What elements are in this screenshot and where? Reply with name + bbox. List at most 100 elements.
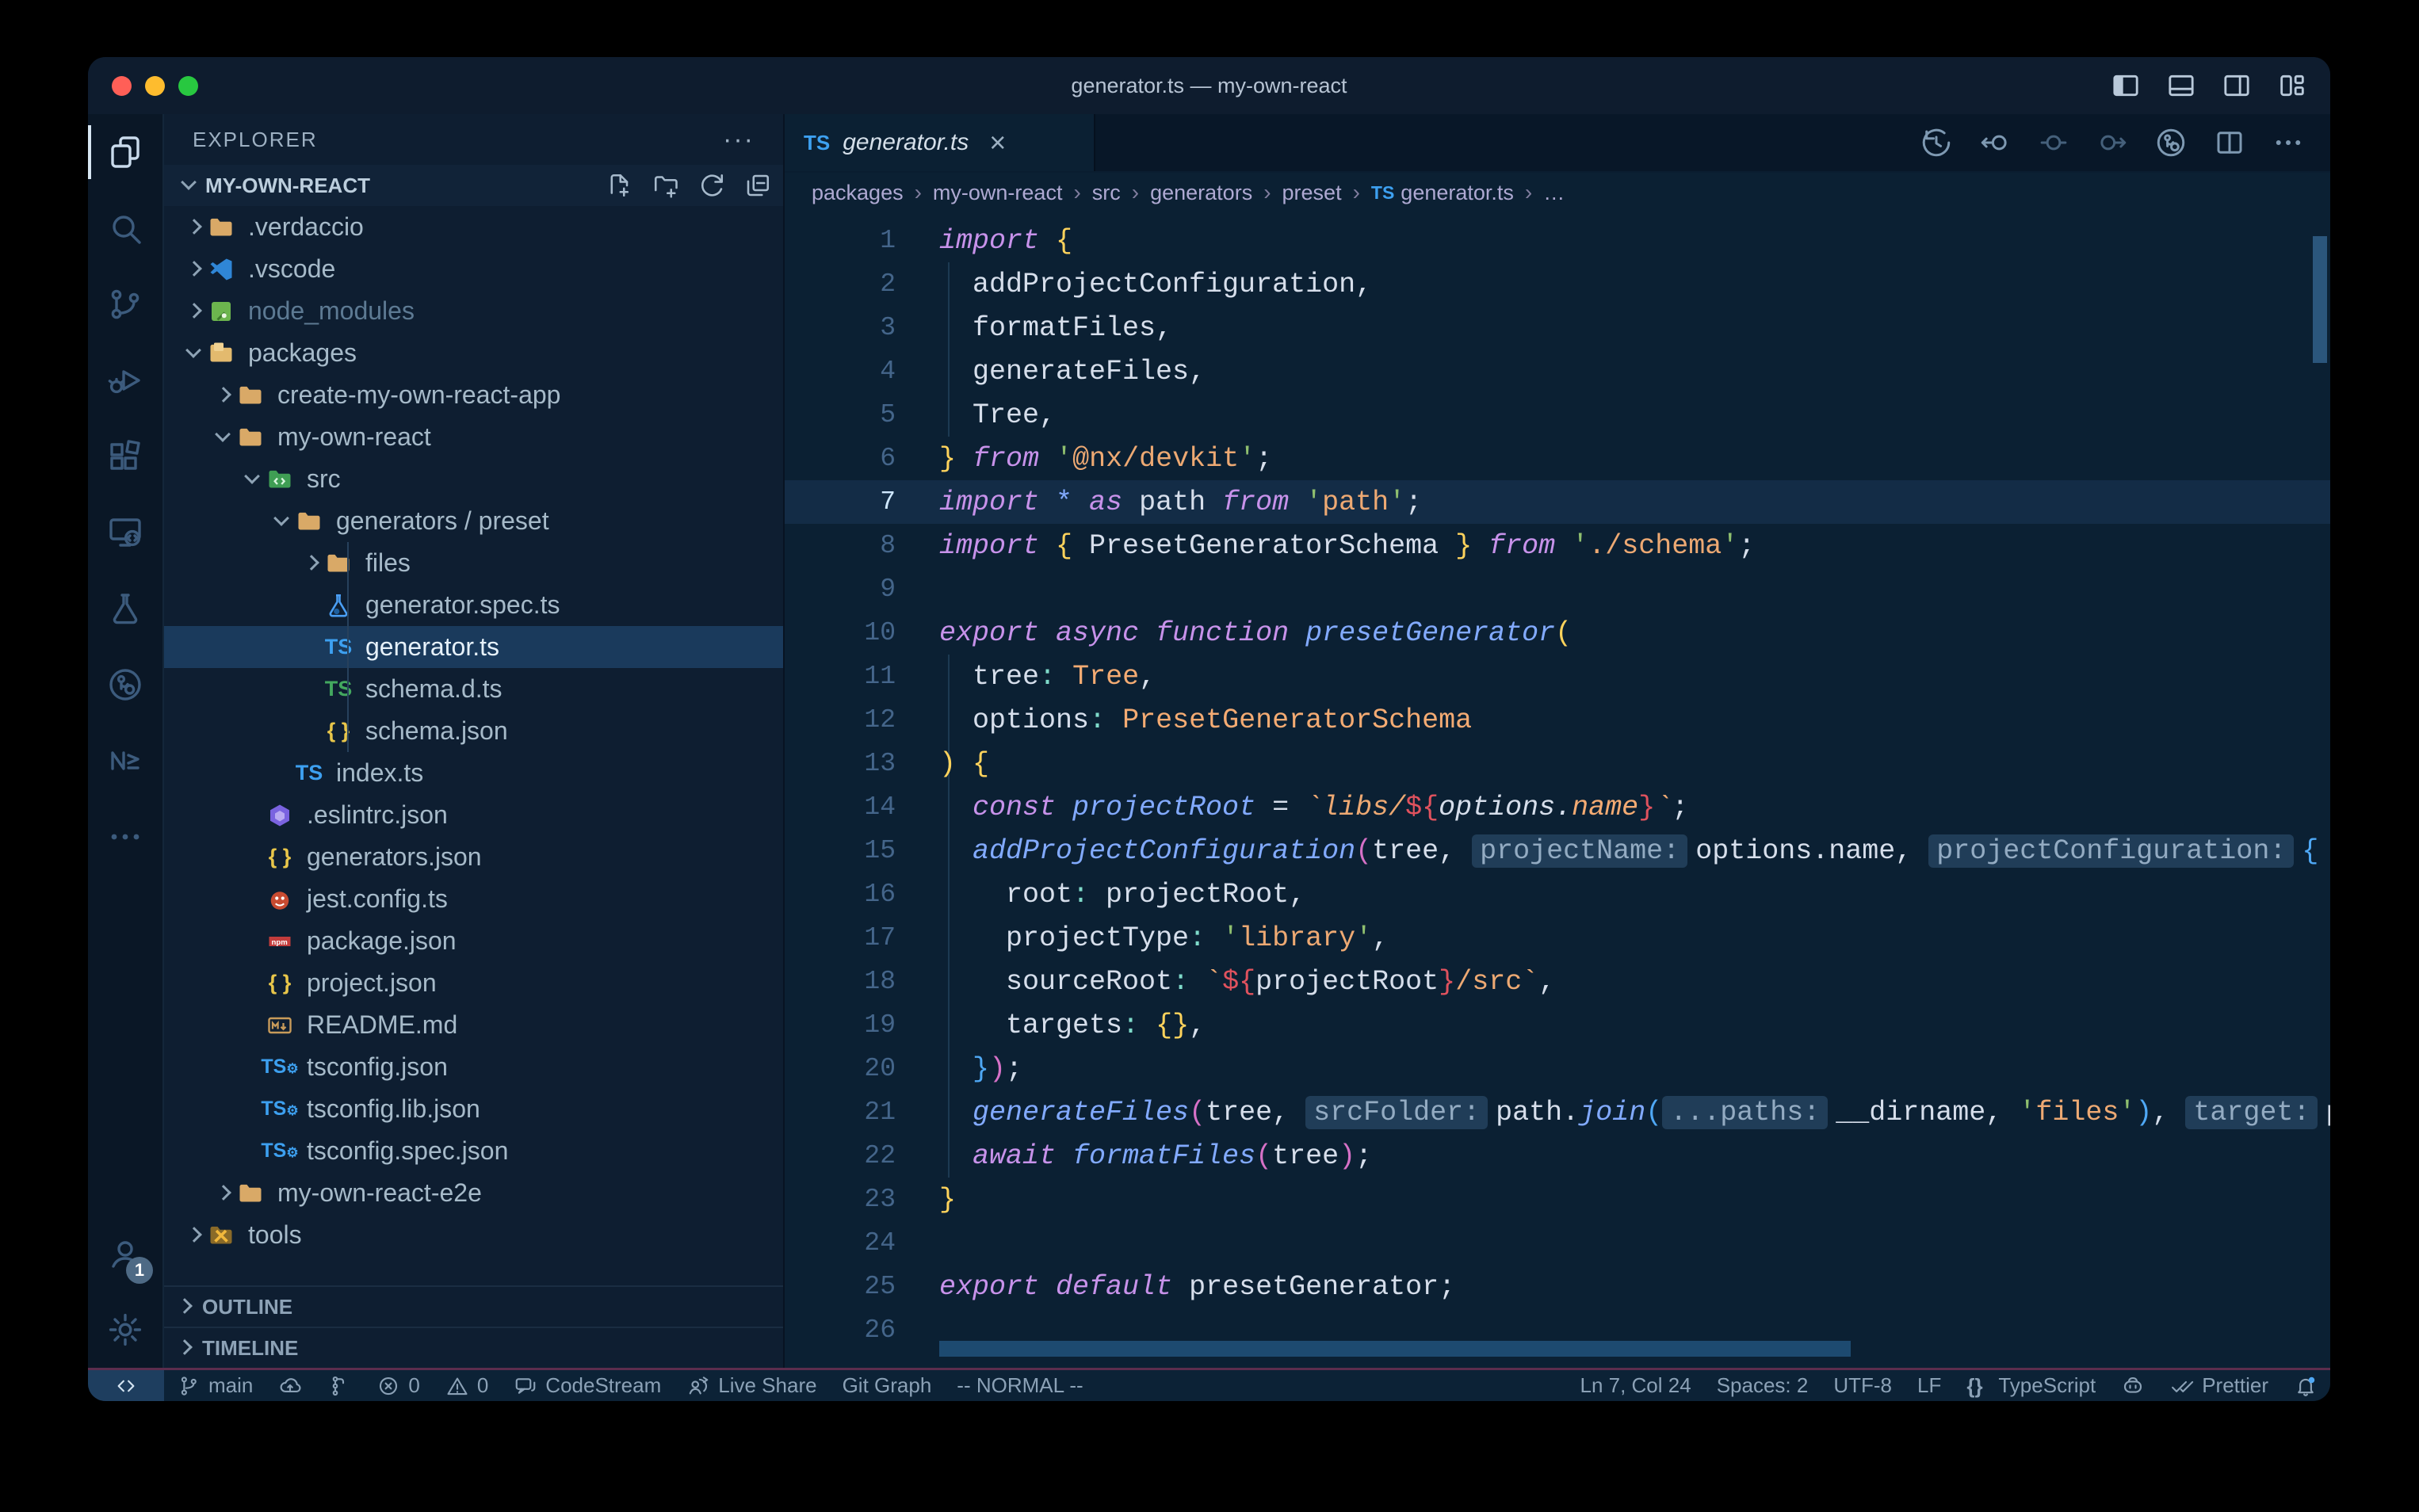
code-line-12[interactable]: 12 options: PresetGeneratorSchema bbox=[785, 698, 2330, 742]
breadcrumb-item[interactable]: … bbox=[1543, 181, 1565, 205]
line-number[interactable]: 16 bbox=[785, 880, 896, 909]
zoom-window-button[interactable] bbox=[178, 76, 198, 96]
activity-item-testing[interactable] bbox=[88, 571, 162, 647]
tree-item-generator-spec-ts[interactable]: generator.spec.ts bbox=[164, 584, 783, 626]
source-control-graph-button[interactable] bbox=[2154, 126, 2188, 159]
code-line-16[interactable]: 16 root: projectRoot, bbox=[785, 872, 2330, 916]
tree-item--eslintrc-json[interactable]: .eslintrc.json bbox=[164, 794, 783, 836]
tree-item-schema-json[interactable]: { }schema.json bbox=[164, 710, 783, 752]
code-line-4[interactable]: 4 generateFiles, bbox=[785, 349, 2330, 393]
tree-item-my-own-react[interactable]: my-own-react bbox=[164, 416, 783, 458]
code-line-26[interactable]: 26 bbox=[785, 1308, 2330, 1352]
close-window-button[interactable] bbox=[112, 76, 132, 96]
activity-item-remote-explorer[interactable] bbox=[88, 494, 162, 571]
tree-item-packages[interactable]: packages bbox=[164, 332, 783, 374]
refresh-icon[interactable] bbox=[697, 171, 726, 200]
code-line-3[interactable]: 3 formatFiles, bbox=[785, 306, 2330, 349]
chevron-down-icon[interactable] bbox=[271, 511, 292, 532]
status-cursor-position[interactable]: Ln 7, Col 24 bbox=[1567, 1370, 1703, 1401]
code-editor[interactable]: 1import {2 addProjectConfiguration,3 for… bbox=[785, 212, 2330, 1368]
status-live-share[interactable]: Live Share bbox=[674, 1370, 829, 1401]
chevron-right-icon[interactable] bbox=[183, 1225, 204, 1246]
panel-timeline[interactable]: TIMELINE bbox=[164, 1327, 783, 1368]
code-line-19[interactable]: 19 targets: {}, bbox=[785, 1003, 2330, 1047]
tree-item-schema-d-ts[interactable]: TSschema.d.ts bbox=[164, 668, 783, 710]
local-history-button[interactable] bbox=[1920, 126, 1953, 159]
line-number[interactable]: 14 bbox=[785, 792, 896, 822]
navigate-back-button[interactable] bbox=[1978, 126, 2012, 159]
code-line-2[interactable]: 2 addProjectConfiguration, bbox=[785, 262, 2330, 306]
line-number[interactable]: 3 bbox=[785, 313, 896, 342]
tree-item--vscode[interactable]: .vscode bbox=[164, 248, 783, 290]
code-line-24[interactable]: 24 bbox=[785, 1221, 2330, 1265]
tree-item-index-ts[interactable]: TSindex.ts bbox=[164, 752, 783, 794]
status-publish[interactable] bbox=[266, 1370, 315, 1401]
split-editor-button[interactable] bbox=[2213, 126, 2246, 159]
tab-generator-ts[interactable]: TS generator.ts × bbox=[785, 114, 1095, 171]
code-line-21[interactable]: 21 generateFiles(tree, srcFolder:path.jo… bbox=[785, 1090, 2330, 1134]
tree-item-package-json[interactable]: npmpackage.json bbox=[164, 920, 783, 962]
tree-item-src[interactable]: src bbox=[164, 458, 783, 500]
code-line-25[interactable]: 25export default presetGenerator; bbox=[785, 1265, 2330, 1308]
code-line-20[interactable]: 20 }); bbox=[785, 1047, 2330, 1090]
code-line-23[interactable]: 23} bbox=[785, 1178, 2330, 1221]
status-indentation[interactable]: Spaces: 2 bbox=[1704, 1370, 1821, 1401]
code-line-10[interactable]: 10export async function presetGenerator( bbox=[785, 611, 2330, 655]
line-number[interactable]: 24 bbox=[785, 1228, 896, 1258]
chevron-down-icon[interactable] bbox=[183, 343, 204, 364]
layout-panel-icon[interactable] bbox=[2165, 70, 2197, 101]
tree-item-project-json[interactable]: { }project.json bbox=[164, 962, 783, 1004]
line-number[interactable]: 11 bbox=[785, 662, 896, 691]
status-vim-mode[interactable]: -- NORMAL -- bbox=[944, 1370, 1095, 1401]
chevron-right-icon[interactable] bbox=[212, 385, 233, 406]
status-warnings[interactable]: 0 bbox=[433, 1370, 501, 1401]
tree-item-tsconfig-json[interactable]: TS⚙tsconfig.json bbox=[164, 1046, 783, 1088]
tree-item-generators-json[interactable]: { }generators.json bbox=[164, 836, 783, 878]
code-line-7[interactable]: 7import * as path from 'path'; bbox=[785, 480, 2330, 524]
code-line-1[interactable]: 1import { bbox=[785, 219, 2330, 262]
status-remote-indicator[interactable] bbox=[88, 1370, 164, 1401]
activity-item-run-and-debug[interactable] bbox=[88, 342, 162, 418]
line-number[interactable]: 1 bbox=[785, 226, 896, 255]
more-actions-button[interactable] bbox=[2272, 126, 2305, 159]
chevron-right-icon[interactable] bbox=[183, 259, 204, 280]
line-number[interactable]: 17 bbox=[785, 923, 896, 953]
tree-item-tools[interactable]: tools bbox=[164, 1214, 783, 1256]
tree-item-readme-md[interactable]: README.md bbox=[164, 1004, 783, 1046]
breadcrumb-item[interactable]: TSgenerator.ts bbox=[1371, 181, 1514, 205]
tree-item-generators-preset[interactable]: generators / preset bbox=[164, 500, 783, 542]
new-file-icon[interactable] bbox=[606, 171, 634, 200]
status-language-mode[interactable]: {}TypeScript bbox=[1954, 1370, 2108, 1401]
line-number[interactable]: 5 bbox=[785, 400, 896, 430]
line-number[interactable]: 23 bbox=[785, 1185, 896, 1214]
line-number[interactable]: 7 bbox=[785, 487, 896, 517]
code-line-13[interactable]: 13) { bbox=[785, 742, 2330, 785]
line-number[interactable]: 8 bbox=[785, 531, 896, 560]
explorer-more-actions-button[interactable]: ··· bbox=[723, 124, 755, 155]
line-number[interactable]: 2 bbox=[785, 269, 896, 299]
line-number[interactable]: 21 bbox=[785, 1098, 896, 1127]
breadcrumb-item[interactable]: preset bbox=[1282, 181, 1342, 205]
chevron-down-icon[interactable] bbox=[242, 469, 262, 490]
status-eol[interactable]: LF bbox=[1905, 1370, 1954, 1401]
tree-item-create-my-own-react-app[interactable]: create-my-own-react-app bbox=[164, 374, 783, 416]
line-number[interactable]: 6 bbox=[785, 444, 896, 473]
tree-item-tsconfig-lib-json[interactable]: TS⚙tsconfig.lib.json bbox=[164, 1088, 783, 1130]
code-line-22[interactable]: 22 await formatFiles(tree); bbox=[785, 1134, 2330, 1178]
status-notifications[interactable] bbox=[2281, 1370, 2330, 1401]
tree-item-jest-config-ts[interactable]: jest.config.ts bbox=[164, 878, 783, 920]
panel-outline[interactable]: OUTLINE bbox=[164, 1285, 783, 1327]
status-git-graph[interactable]: Git Graph bbox=[830, 1370, 945, 1401]
status-pipeline[interactable] bbox=[315, 1370, 364, 1401]
line-number[interactable]: 13 bbox=[785, 749, 896, 778]
tree-item-node-modules[interactable]: node_modules bbox=[164, 290, 783, 332]
breadcrumb-item[interactable]: src bbox=[1092, 181, 1121, 205]
breadcrumb-item[interactable]: generators bbox=[1150, 181, 1252, 205]
title-bar[interactable]: generator.ts — my-own-react bbox=[88, 57, 2330, 114]
chevron-right-icon[interactable] bbox=[300, 553, 321, 574]
chevron-right-icon[interactable] bbox=[183, 217, 204, 238]
navigate-previous-change-button[interactable] bbox=[2037, 126, 2070, 159]
code-line-9[interactable]: 9 bbox=[785, 567, 2330, 611]
chevron-right-icon[interactable] bbox=[183, 301, 204, 322]
status-git-branch[interactable]: main bbox=[164, 1370, 266, 1401]
